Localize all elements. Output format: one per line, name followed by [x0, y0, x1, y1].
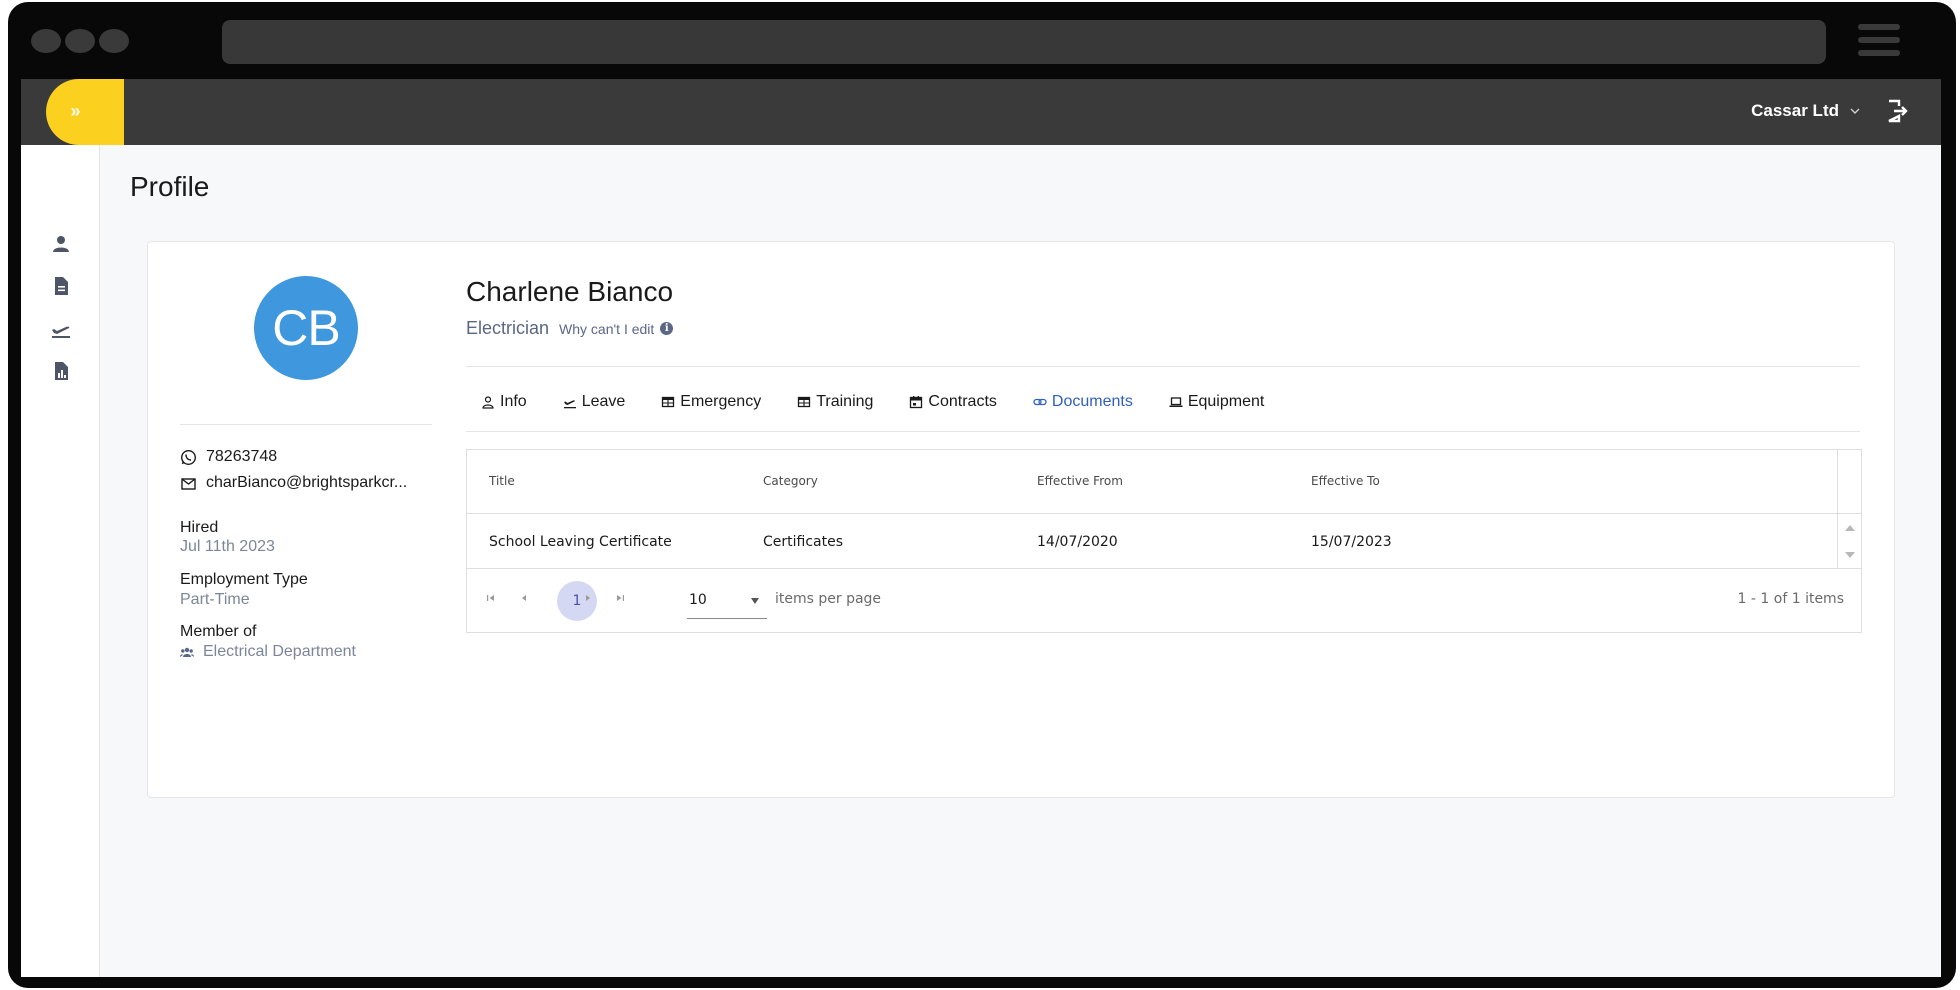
group-icon — [180, 647, 194, 657]
employee-name: Charlene Bianco — [466, 276, 674, 307]
column-header-effective-to[interactable]: Effective To — [1311, 474, 1380, 488]
tab-documents[interactable]: Documents — [1033, 390, 1133, 414]
document-icon[interactable] — [50, 275, 72, 297]
company-selector[interactable]: Cassar Ltd — [1751, 101, 1861, 121]
why-cant-edit-link[interactable]: Why can't I edit i — [559, 320, 674, 337]
tab-contracts[interactable]: Contracts — [909, 390, 997, 414]
tab-emergency[interactable]: Emergency — [661, 390, 761, 414]
address-bar[interactable] — [222, 20, 1826, 64]
page-size-value: 10 — [689, 592, 707, 608]
member-of-value[interactable]: Electrical Department — [203, 643, 356, 661]
email-row: charBianco@brightsparkcr... — [180, 474, 407, 492]
logout-icon[interactable] — [1885, 98, 1909, 124]
info-icon: i — [660, 322, 674, 335]
scroll-up-arrow-icon[interactable] — [1845, 525, 1855, 531]
divider — [466, 431, 1860, 432]
laptop-icon — [1169, 397, 1183, 407]
employee-role: Electrician — [466, 318, 550, 338]
phone-number[interactable]: 78263748 — [206, 448, 277, 466]
window-close-dot[interactable] — [31, 29, 61, 53]
last-page-icon[interactable] — [613, 591, 627, 605]
page-size-select[interactable]: 10 — [687, 583, 767, 619]
next-page-icon[interactable] — [581, 591, 595, 605]
tab-label: Equipment — [1187, 393, 1265, 410]
role-line: Electrician Why can't I edit i — [466, 318, 674, 339]
column-header-category[interactable]: Category — [763, 474, 818, 488]
plane-departure-icon[interactable] — [50, 318, 72, 340]
column-header-title[interactable]: Title — [489, 474, 515, 488]
table-icon — [662, 396, 675, 408]
vertical-scrollbar[interactable] — [1837, 450, 1861, 568]
tab-label: Info — [500, 393, 527, 410]
first-page-icon[interactable] — [484, 591, 498, 605]
hired-label: Hired — [180, 519, 219, 536]
why-cant-edit-label: Why can't I edit — [559, 320, 655, 337]
caret-down-icon — [751, 598, 759, 604]
calendar-icon — [910, 396, 923, 409]
tab-label: Documents — [1051, 393, 1133, 410]
member-of-row: Electrical Department — [180, 643, 356, 661]
documents-grid: Title Category Effective From Effective … — [466, 449, 1862, 633]
page-size-label: items per page — [775, 591, 882, 607]
member-of-label: Member of — [180, 623, 257, 640]
tab-equipment[interactable]: Equipment — [1169, 390, 1265, 414]
pager-info: 1 - 1 of 1 items — [1737, 591, 1844, 607]
cell-title: School Leaving Certificate — [489, 534, 672, 550]
cell-effective-to: 15/07/2023 — [1311, 534, 1392, 550]
divider — [180, 424, 432, 425]
tab-label: Training — [816, 393, 874, 410]
email-address[interactable]: charBianco@brightsparkcr... — [206, 474, 407, 492]
grid-pager: 1 10 items per page 1 - 1 of 1 items — [467, 568, 1861, 632]
tab-label: Emergency — [680, 393, 762, 410]
table-icon — [798, 396, 811, 408]
top-bar: » Cassar Ltd — [21, 79, 1941, 145]
avatar: CB — [254, 276, 358, 380]
grid-header: Title Category Effective From Effective … — [467, 450, 1861, 514]
tab-info[interactable]: Info — [481, 390, 527, 414]
window-minimize-dot[interactable] — [65, 29, 95, 53]
app-screen: » Cassar Ltd Profile CB 78263748 charBia… — [21, 79, 1941, 977]
profile-card: CB 78263748 charBianco@brightsparkcr... … — [147, 241, 1895, 798]
sidebar — [21, 145, 100, 977]
employment-type-label: Employment Type — [180, 571, 308, 588]
cell-category: Certificates — [763, 534, 844, 550]
browser-menu-icon[interactable] — [1858, 24, 1900, 60]
profile-tabs: Info Leave Emergency Training Contracts … — [481, 390, 1300, 414]
person-icon — [482, 396, 494, 409]
previous-page-icon[interactable] — [517, 591, 531, 605]
divider — [466, 366, 1860, 367]
person-icon[interactable] — [50, 233, 72, 255]
tab-training[interactable]: Training — [797, 390, 873, 414]
employment-type-value: Part-Time — [180, 591, 250, 608]
tab-label: Leave — [581, 393, 626, 410]
report-icon[interactable] — [50, 360, 72, 382]
tab-leave[interactable]: Leave — [563, 390, 626, 414]
column-header-effective-from[interactable]: Effective From — [1037, 474, 1123, 488]
cell-effective-from: 14/07/2020 — [1037, 534, 1118, 550]
hired-value: Jul 11th 2023 — [180, 538, 275, 555]
link-icon — [1033, 398, 1047, 406]
window-maximize-dot[interactable] — [99, 29, 129, 53]
tab-label: Contracts — [928, 393, 997, 410]
double-chevron-right-icon: » — [70, 101, 80, 121]
company-name: Cassar Ltd — [1751, 101, 1839, 120]
page-title: Profile — [130, 171, 210, 202]
sidebar-toggle-button[interactable]: » — [46, 79, 124, 145]
sidebar-toggle-area: » — [21, 79, 124, 145]
mail-icon — [181, 477, 196, 490]
whatsapp-icon — [180, 449, 197, 465]
plane-departure-icon — [563, 400, 576, 409]
phone-row: 78263748 — [180, 448, 277, 466]
scroll-down-arrow-icon[interactable] — [1845, 552, 1855, 558]
chevron-down-icon — [1850, 108, 1860, 114]
